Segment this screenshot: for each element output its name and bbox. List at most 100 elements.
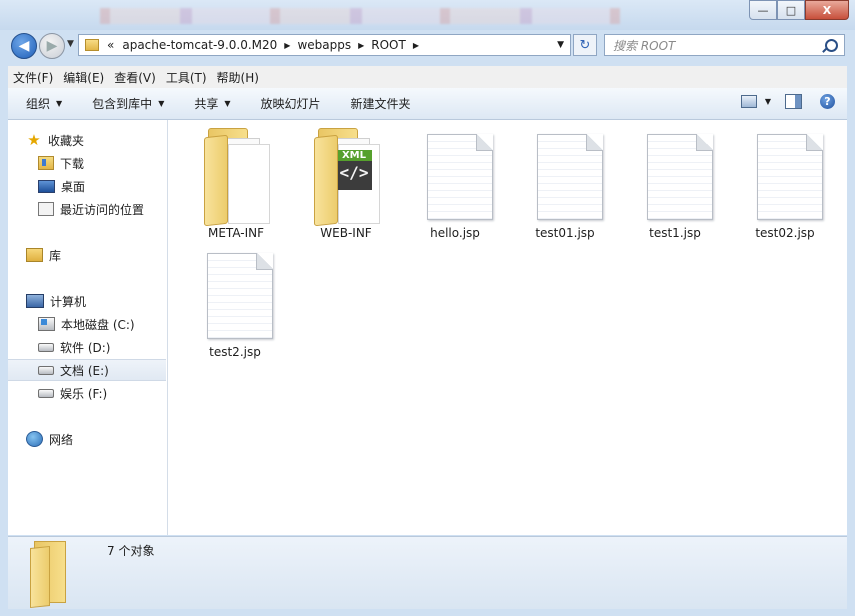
file-test2-jsp[interactable]: test2.jsp <box>181 239 289 359</box>
breadcrumb-webapps[interactable]: webapps <box>297 38 351 52</box>
nav-downloads-label: 下载 <box>60 156 85 171</box>
nav-drive-f[interactable]: 娱乐 (F:) <box>38 382 166 404</box>
nav-drive-e-label: 文档 (E:) <box>60 363 109 378</box>
nav-computer-label: 计算机 <box>50 294 87 309</box>
slideshow-label: 放映幻灯片 <box>260 97 321 111</box>
navigation-pane: ★ 收藏夹 下载 桌面 最近访问的位置 库 计算机 本地磁盘 (C:) 软件 (… <box>8 120 168 535</box>
help-icon[interactable]: ? <box>820 94 835 109</box>
file-hello-jsp[interactable]: hello.jsp <box>401 120 509 240</box>
nav-network[interactable]: 网络 <box>26 428 166 450</box>
recent-places-icon <box>38 202 54 216</box>
nav-computer[interactable]: 计算机 <box>26 290 166 312</box>
nav-libraries[interactable]: 库 <box>26 244 166 266</box>
menu-bar: 文件(F) 编辑(E) 查看(V) 工具(T) 帮助(H) <box>8 66 847 88</box>
menu-help[interactable]: 帮助(H) <box>212 69 264 86</box>
chevron-down-icon: ▼ <box>224 99 231 108</box>
nav-desktop-label: 桌面 <box>61 179 86 194</box>
nav-recent-label: 最近访问的位置 <box>60 202 145 217</box>
navigation-row: ◀ ▶ ▼ « apache-tomcat-9.0.0.M20 ▶ webapp… <box>0 30 855 63</box>
organize-button[interactable]: 组织 ▼ <box>26 95 62 112</box>
desktop-icon <box>38 179 55 193</box>
command-bar: 组织 ▼ 包含到库中 ▼ 共享 ▼ 放映幻灯片 新建文件夹 ▼ ? <box>8 88 847 120</box>
minimize-button[interactable]: — <box>749 0 777 20</box>
forward-arrow-icon: ▶ <box>46 38 58 54</box>
close-button[interactable]: X <box>805 0 849 20</box>
libraries-icon <box>26 248 43 262</box>
menu-view[interactable]: 查看(V) <box>109 69 161 86</box>
nav-favorites-label: 收藏夹 <box>48 133 85 148</box>
search-input[interactable]: 搜索 ROOT <box>604 34 845 56</box>
xml-badge: XML </> <box>336 150 372 190</box>
document-icon <box>537 134 603 220</box>
file-test01-jsp[interactable]: test01.jsp <box>511 120 619 240</box>
item-count: 7 个对象 <box>107 544 155 558</box>
new-folder-button[interactable]: 新建文件夹 <box>351 95 411 112</box>
nav-drive-e[interactable]: 文档 (E:) <box>8 359 166 381</box>
document-icon <box>427 134 493 220</box>
nav-libraries-label: 库 <box>49 248 62 263</box>
breadcrumb-apache-tomcat[interactable]: apache-tomcat-9.0.0.M20 <box>122 38 277 52</box>
menu-edit[interactable]: 编辑(E) <box>58 69 109 86</box>
folder-web-inf[interactable]: XML </> WEB-INF <box>292 120 400 240</box>
nav-drive-f-label: 娱乐 (F:) <box>60 386 108 401</box>
folder-meta-inf[interactable]: META-INF <box>182 120 290 240</box>
nav-downloads[interactable]: 下载 <box>38 152 166 174</box>
file-name: test01.jsp <box>535 226 595 240</box>
refresh-button[interactable]: ↻ <box>573 34 597 56</box>
explorer-window: — □ X ◀ ▶ ▼ « apache-tomcat-9.0.0.M20 ▶ … <box>0 0 855 616</box>
preview-pane-icon[interactable] <box>785 94 802 109</box>
forward-button[interactable]: ▶ <box>39 33 65 59</box>
title-bar[interactable]: — □ X <box>0 0 855 30</box>
drive-icon <box>38 365 54 375</box>
command-bar-right: ▼ ? <box>740 94 835 109</box>
new-folder-label: 新建文件夹 <box>350 97 411 111</box>
change-view-icon[interactable] <box>740 95 757 108</box>
nav-drive-c[interactable]: 本地磁盘 (C:) <box>38 313 166 335</box>
document-icon <box>647 134 713 220</box>
folder-icon <box>204 128 272 227</box>
breadcrumb-root[interactable]: ROOT <box>371 38 406 52</box>
drive-icon <box>38 388 54 398</box>
file-view[interactable]: META-INF XML </> WEB-INF hello.jsp test0… <box>168 120 847 535</box>
file-name: test02.jsp <box>755 226 815 240</box>
document-icon <box>757 134 823 220</box>
breadcrumb-separator-icon[interactable]: ▶ <box>284 41 290 50</box>
maximize-button[interactable]: □ <box>777 0 805 20</box>
nav-desktop[interactable]: 桌面 <box>38 175 166 197</box>
slideshow-button[interactable]: 放映幻灯片 <box>261 95 321 112</box>
address-bar[interactable]: « apache-tomcat-9.0.0.M20 ▶ webapps ▶ RO… <box>78 34 571 56</box>
search-icon[interactable] <box>825 38 838 52</box>
blurred-background-tabs <box>100 8 620 24</box>
include-in-library-label: 包含到库中 <box>92 97 153 111</box>
folder-icon <box>30 541 80 609</box>
nav-recent-places[interactable]: 最近访问的位置 <box>38 198 166 220</box>
chevron-down-icon: ▼ <box>56 99 63 108</box>
nav-drive-d[interactable]: 软件 (D:) <box>38 336 166 358</box>
xml-folder-icon: XML </> <box>314 128 382 227</box>
file-name: WEB-INF <box>320 226 372 240</box>
back-arrow-icon: ◀ <box>18 38 30 54</box>
menu-file[interactable]: 文件(F) <box>8 69 58 86</box>
search-placeholder: 搜索 ROOT <box>613 38 676 53</box>
nav-drive-d-label: 软件 (D:) <box>60 340 111 355</box>
include-in-library-button[interactable]: 包含到库中 ▼ <box>92 95 164 112</box>
view-options-chevron-icon[interactable]: ▼ <box>765 97 771 106</box>
back-button[interactable]: ◀ <box>11 33 37 59</box>
star-icon: ★ <box>27 131 41 149</box>
share-label: 共享 <box>194 97 219 111</box>
address-overflow[interactable]: « <box>107 38 114 52</box>
file-test1-jsp[interactable]: test1.jsp <box>621 120 729 240</box>
file-test02-jsp[interactable]: test02.jsp <box>731 120 839 240</box>
breadcrumb-separator-icon[interactable]: ▶ <box>358 41 364 50</box>
chevron-down-icon: ▼ <box>158 99 165 108</box>
recent-pages-dropdown[interactable]: ▼ <box>67 39 74 49</box>
computer-icon <box>26 294 44 308</box>
xml-code-glyph: </> <box>339 163 369 182</box>
menu-tools[interactable]: 工具(T) <box>161 69 212 86</box>
address-dropdown-icon[interactable]: ▼ <box>557 40 564 50</box>
nav-favorites[interactable]: ★ 收藏夹 <box>26 129 166 151</box>
breadcrumb-separator-icon[interactable]: ▶ <box>413 41 419 50</box>
drive-icon <box>38 342 54 352</box>
share-button[interactable]: 共享 ▼ <box>194 95 230 112</box>
file-name: hello.jsp <box>430 226 480 240</box>
